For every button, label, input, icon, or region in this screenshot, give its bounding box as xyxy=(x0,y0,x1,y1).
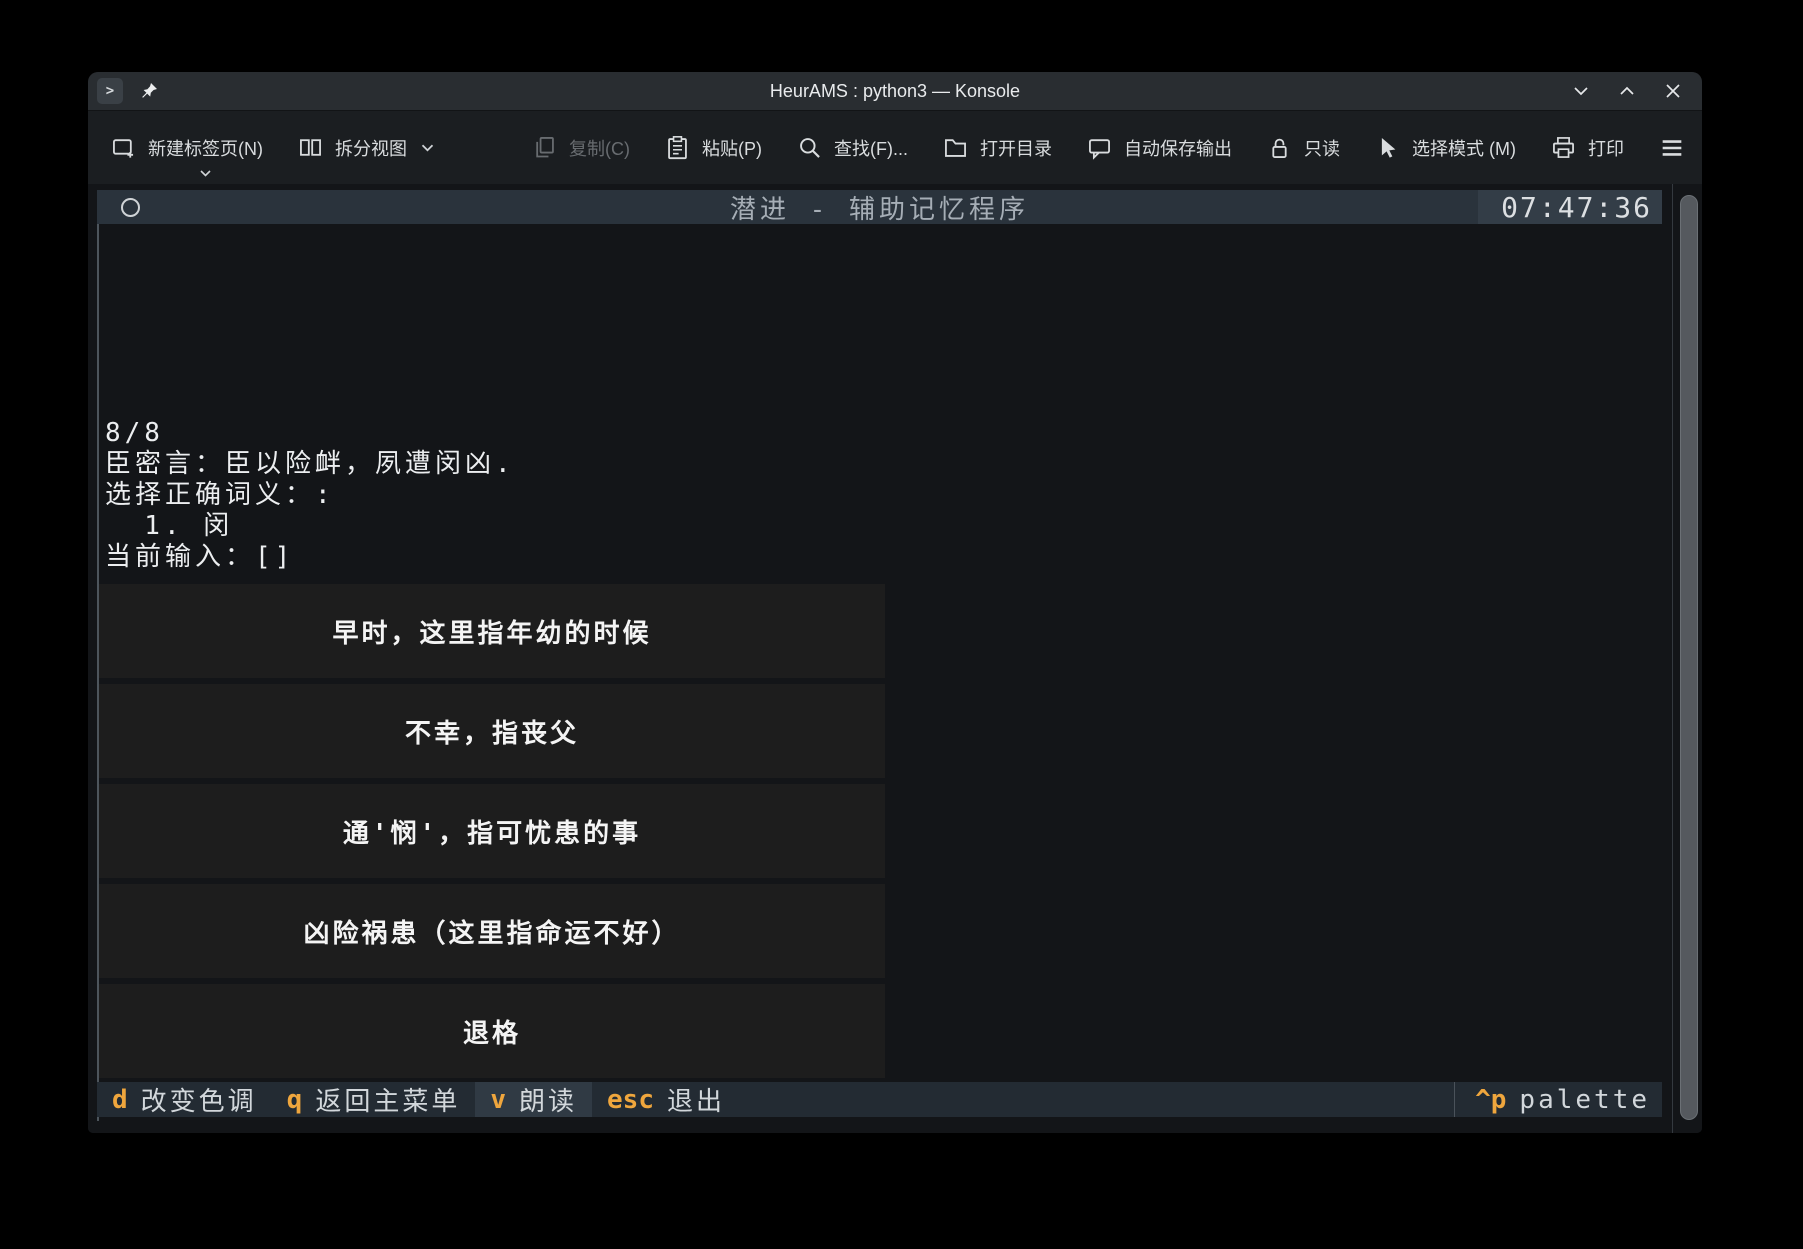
copy-icon xyxy=(531,134,558,161)
toolbar-label: 粘贴(P) xyxy=(702,135,762,161)
toolbar-label: 打印 xyxy=(1588,135,1624,161)
option-button-1[interactable]: 早时，这里指年幼的时候 xyxy=(99,584,885,678)
hint-change-theme[interactable]: d 改变色调 xyxy=(97,1082,272,1117)
option-button-4[interactable]: 凶险祸患（这里指命运不好） xyxy=(99,884,885,978)
question-sentence: 臣密言：臣以险衅，夙遭闵凶. xyxy=(105,449,515,480)
toolbar-label: 选择模式 (M) xyxy=(1412,135,1516,161)
hint-label: 返回主菜单 xyxy=(315,1081,460,1118)
hamburger-icon xyxy=(1658,134,1686,162)
hint-key: ^p xyxy=(1475,1085,1506,1115)
hint-label: 退出 xyxy=(667,1081,725,1118)
select-cursor-icon xyxy=(1374,134,1401,161)
window-controls xyxy=(1564,72,1690,110)
printer-icon xyxy=(1550,134,1577,161)
hint-label: palette xyxy=(1519,1085,1650,1115)
toolbar: 新建标签页(N) 拆分视图 复制(C) xyxy=(88,111,1702,184)
print-button[interactable]: 打印 xyxy=(1550,111,1624,184)
tui-statusbar: d 改变色调 q 返回主菜单 v 朗读 esc 退出 ^p palette xyxy=(97,1082,1662,1117)
find-button[interactable]: 查找(F)... xyxy=(796,111,908,184)
window-title: HeurAMS : python3 — Konsole xyxy=(88,81,1702,102)
output-bubble-icon xyxy=(1086,134,1113,161)
question-word: 1. 闵 xyxy=(105,511,515,542)
open-directory-button[interactable]: 打开目录 xyxy=(942,111,1052,184)
toolbar-label: 新建标签页(N) xyxy=(148,135,263,161)
find-icon xyxy=(796,134,823,161)
split-view-icon xyxy=(297,134,324,161)
option-button-2[interactable]: 不幸，指丧父 xyxy=(99,684,885,778)
hint-exit[interactable]: esc 退出 xyxy=(592,1082,740,1117)
question-progress: 8/8 xyxy=(105,418,515,449)
hint-label: 改变色调 xyxy=(141,1081,257,1118)
hint-label: 朗读 xyxy=(519,1081,577,1118)
hint-key: q xyxy=(287,1085,303,1115)
split-view-dropdown-icon[interactable] xyxy=(420,137,435,158)
read-only-button[interactable]: 只读 xyxy=(1266,111,1340,184)
titlebar: > HeurAMS : python3 — Konsole xyxy=(88,72,1702,111)
option-button-3[interactable]: 通'悯'，指可忧患的事 xyxy=(99,784,885,878)
copy-button: 复制(C) xyxy=(531,111,630,184)
backspace-button[interactable]: 退格 xyxy=(99,984,885,1078)
current-input: 当前输入：[] xyxy=(105,542,515,573)
autosave-output-button[interactable]: 自动保存输出 xyxy=(1086,111,1232,184)
open-folder-icon xyxy=(942,134,969,161)
terminal-screen[interactable]: 潜进 - 辅助记忆程序 07:47:36 8/8 臣密言：臣以险衅，夙遭闵凶. … xyxy=(88,184,1702,1133)
hint-palette[interactable]: ^p palette xyxy=(1454,1082,1662,1117)
tui-clock: 07:47:36 xyxy=(1478,190,1662,224)
toolbar-label: 自动保存输出 xyxy=(1124,135,1232,161)
scrollbar-track[interactable] xyxy=(1662,184,1702,1133)
lock-icon xyxy=(1266,134,1293,161)
toolbar-label: 只读 xyxy=(1304,135,1340,161)
tui-app-title: 潜进 - 辅助记忆程序 xyxy=(97,190,1662,224)
hint-read-aloud[interactable]: v 朗读 xyxy=(475,1082,592,1117)
hint-key: d xyxy=(112,1085,128,1115)
tui-app: 潜进 - 辅助记忆程序 07:47:36 8/8 臣密言：臣以险衅，夙遭闵凶. … xyxy=(97,184,1662,1133)
new-tab-icon xyxy=(110,134,137,161)
hint-main-menu[interactable]: q 返回主菜单 xyxy=(272,1082,476,1117)
toolbar-label: 拆分视图 xyxy=(335,135,407,161)
question-block: 8/8 臣密言：臣以险衅，夙遭闵凶. 选择正确词义：: 1. 闵 当前输入：[] xyxy=(105,418,515,573)
paste-icon xyxy=(664,134,691,161)
toolbar-label: 查找(F)... xyxy=(834,135,908,161)
new-tab-button[interactable]: 新建标签页(N) xyxy=(110,111,263,184)
konsole-window: > HeurAMS : python3 — Konsole xyxy=(88,72,1702,1133)
menu-button[interactable] xyxy=(1658,111,1686,184)
tui-header: 潜进 - 辅助记忆程序 07:47:36 xyxy=(97,190,1662,224)
question-prompt: 选择正确词义：: xyxy=(105,480,515,511)
hint-key: v xyxy=(490,1085,506,1115)
paste-button[interactable]: 粘贴(P) xyxy=(664,111,762,184)
answer-options: 早时，这里指年幼的时候 不幸，指丧父 通'悯'，指可忧患的事 凶险祸患（这里指命… xyxy=(99,584,885,1084)
split-view-button[interactable]: 拆分视图 xyxy=(297,111,435,184)
toolbar-label: 打开目录 xyxy=(980,135,1052,161)
scrollbar-thumb[interactable] xyxy=(1680,195,1698,1120)
minimize-icon[interactable] xyxy=(1564,76,1598,106)
maximize-icon[interactable] xyxy=(1610,76,1644,106)
select-mode-button[interactable]: 选择模式 (M) xyxy=(1374,111,1516,184)
new-tab-dropdown-icon[interactable] xyxy=(199,162,212,183)
close-icon[interactable] xyxy=(1656,76,1690,106)
hint-key: esc xyxy=(607,1085,654,1115)
toolbar-label: 复制(C) xyxy=(569,135,630,161)
